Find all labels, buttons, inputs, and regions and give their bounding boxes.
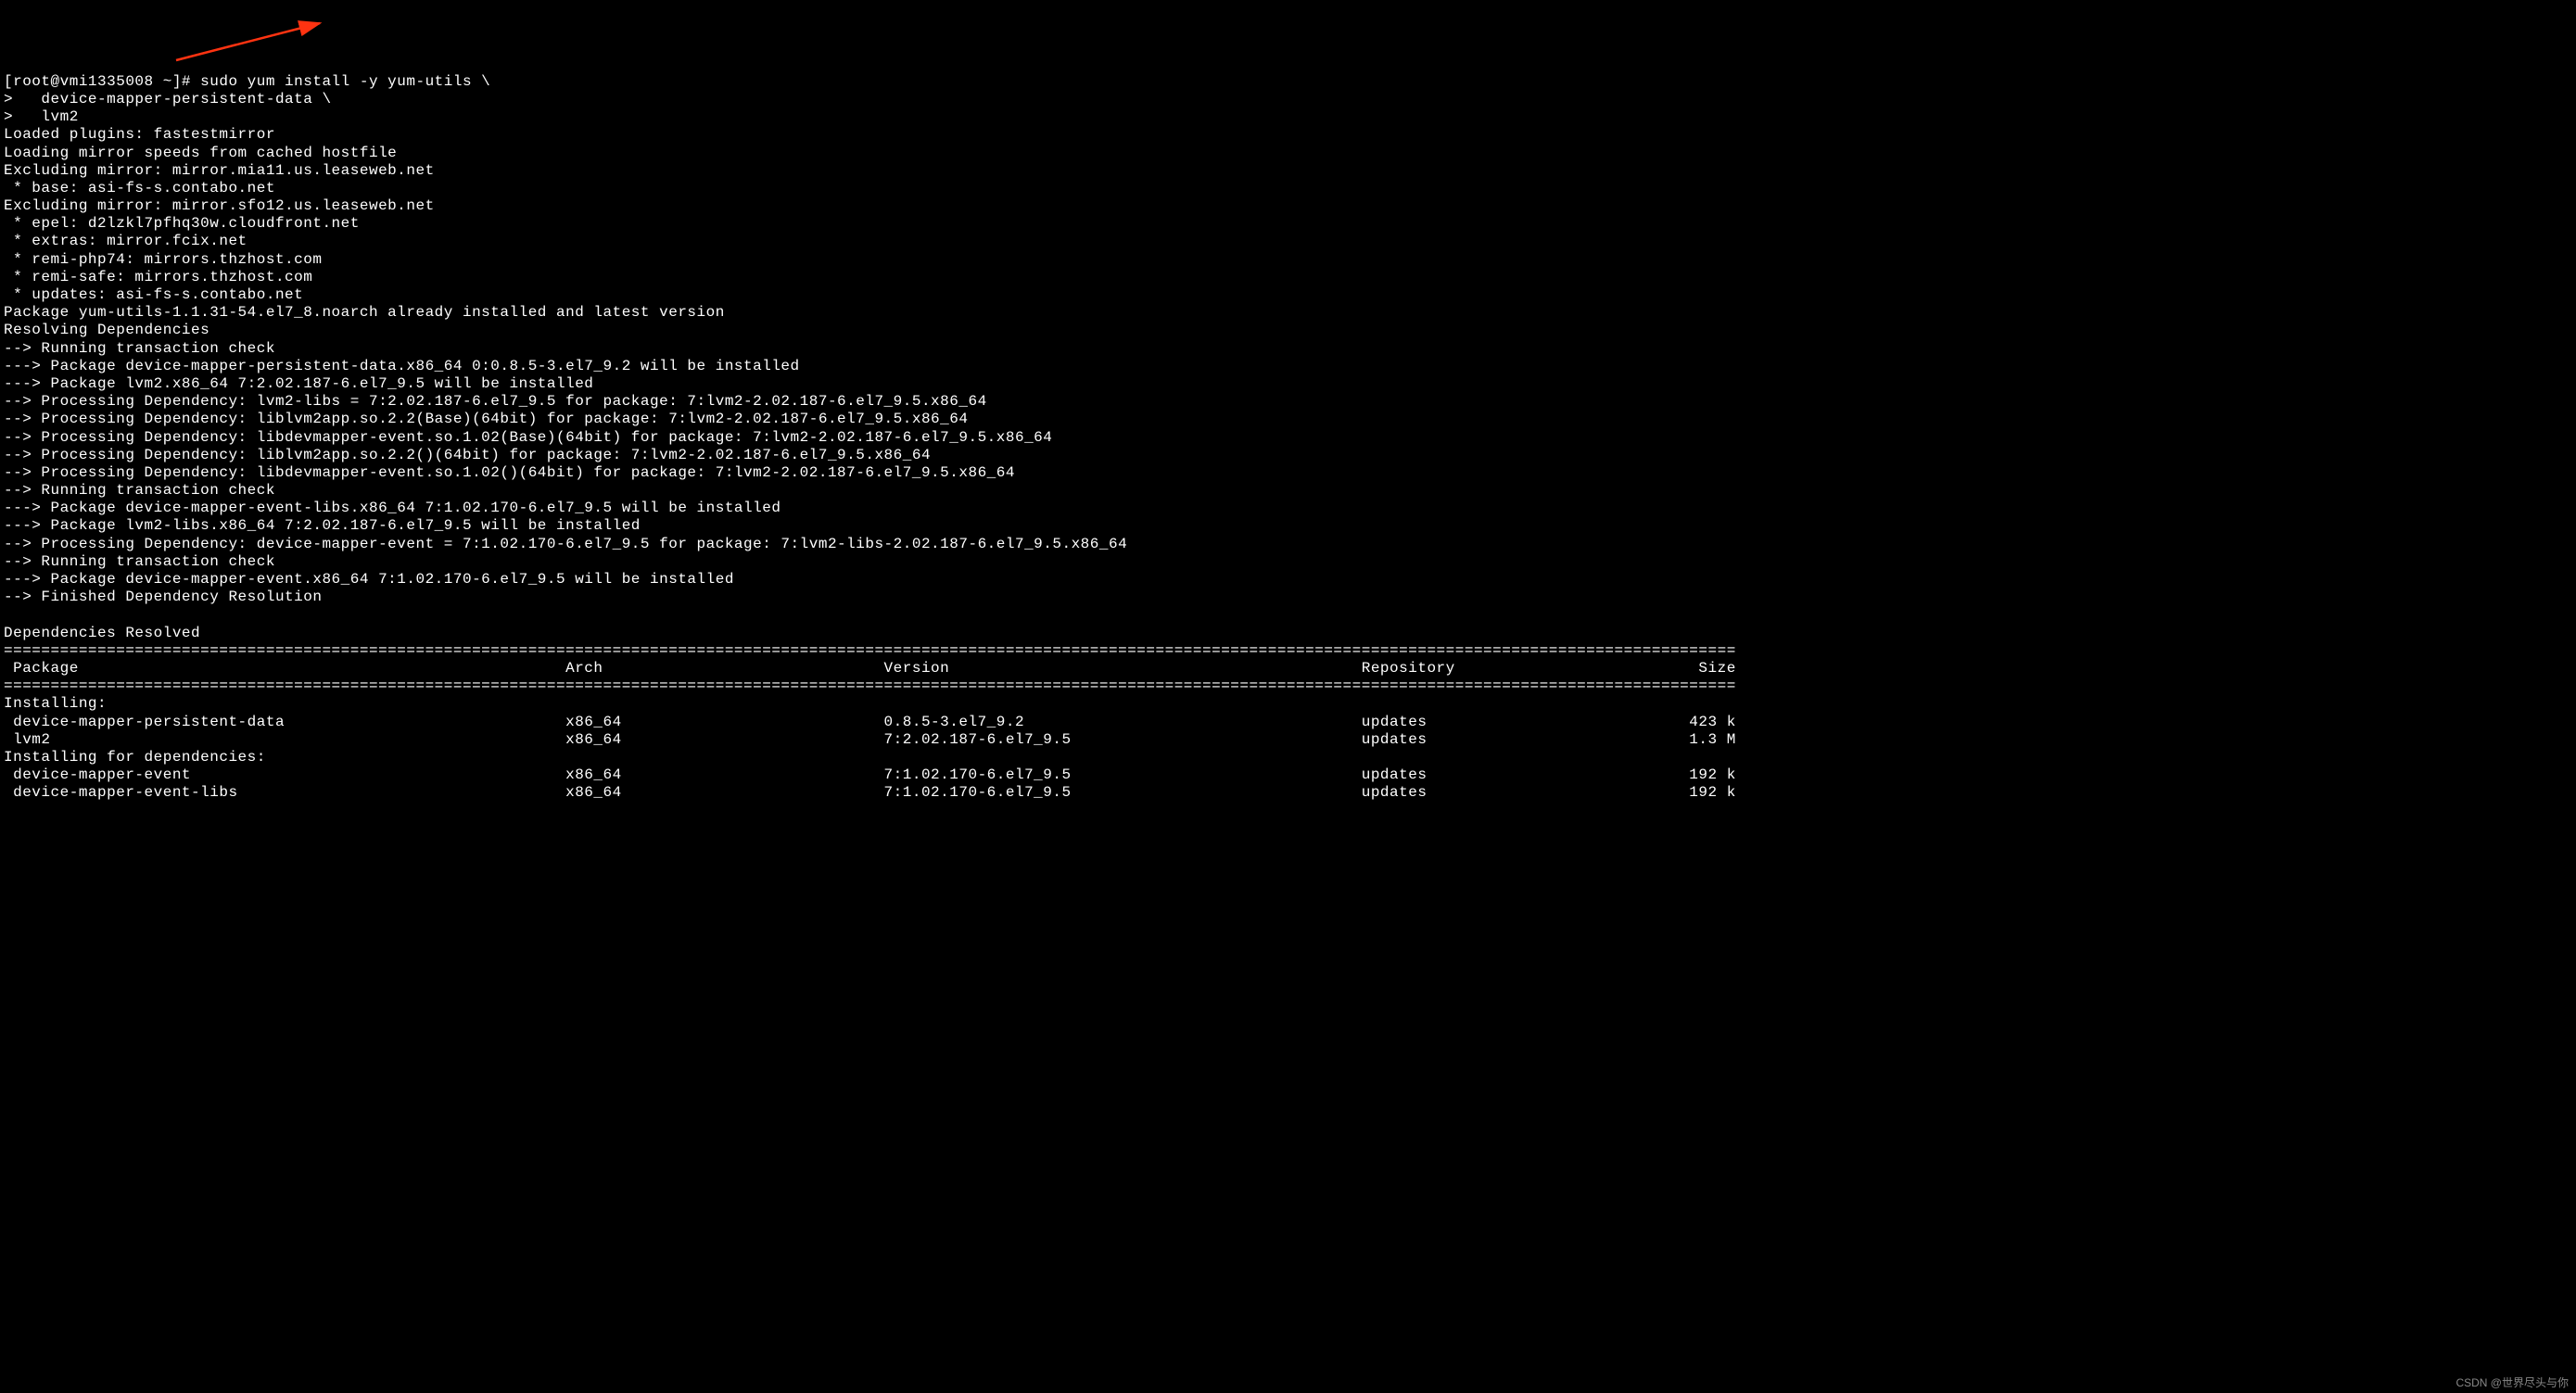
dependency-table: ========================================… bbox=[4, 642, 2572, 803]
output-block: Loaded plugins: fastestmirror Loading mi… bbox=[4, 126, 2572, 641]
prompt-line-2: > device-mapper-persistent-data \ bbox=[4, 91, 2572, 108]
annotation-arrow-icon bbox=[167, 19, 334, 65]
prompt-line-3: > lvm2 bbox=[4, 108, 2572, 126]
prompt-line-1: [root@vmi1335008 ~]# sudo yum install -y… bbox=[4, 73, 2572, 91]
watermark-text: CSDN @世界尽头与你 bbox=[2455, 1376, 2569, 1389]
terminal-output[interactable]: [root@vmi1335008 ~]# sudo yum install -y… bbox=[4, 73, 2572, 803]
